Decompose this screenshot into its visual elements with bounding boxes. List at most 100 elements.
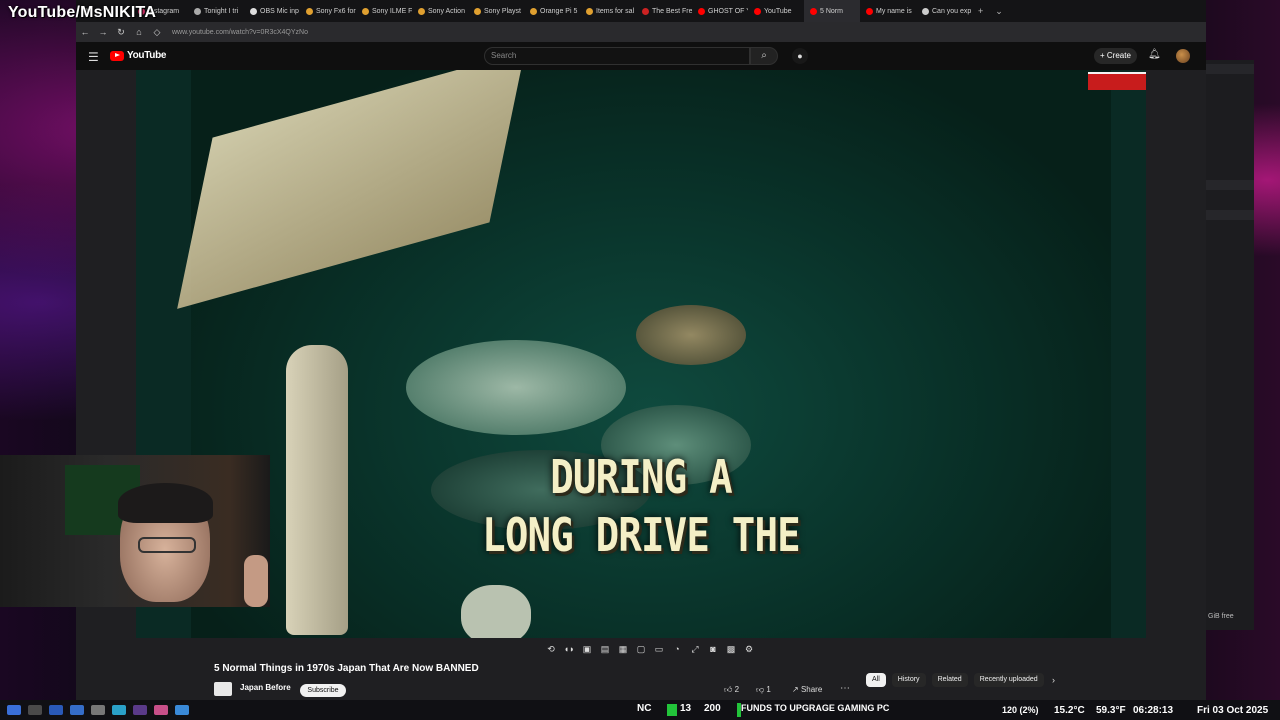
browser-tab[interactable]: Can you exp <box>916 0 972 22</box>
tab-label: YouTube <box>764 7 792 15</box>
browser-tab[interactable]: The Best Fre <box>636 0 692 22</box>
taskbar: NC 13 200 FUNDS TO UPGRAGE GAMING PC 120… <box>0 700 1280 720</box>
scene-plate <box>406 340 626 435</box>
app-icon[interactable] <box>112 705 126 715</box>
bell-icon[interactable]: 🔔︎ <box>1148 49 1161 60</box>
youtube-play-icon <box>110 50 124 61</box>
disk-free-text: GiB free <box>1208 613 1234 620</box>
app-icon[interactable] <box>49 705 63 715</box>
browser-tab[interactable]: Sony Playst <box>468 0 524 22</box>
browser-tab[interactable]: 5 Norm <box>804 0 860 22</box>
red-banner <box>1088 72 1146 90</box>
like-button[interactable]: 👍︎ 2 <box>724 685 739 695</box>
dislike-button[interactable]: 👎︎ 1 <box>756 685 771 695</box>
create-label: Create <box>1106 51 1131 60</box>
back-icon[interactable]: ← <box>76 27 94 37</box>
search-input[interactable]: Search <box>484 47 750 65</box>
tab-favicon-icon <box>474 7 481 15</box>
browser-tab[interactable]: YouTube <box>748 0 804 22</box>
more-options-icon[interactable]: ⋯ <box>840 683 850 694</box>
tab-favicon-icon <box>418 7 425 15</box>
tab-label: GHOST OF Y <box>708 7 748 15</box>
browser-tab[interactable]: Orange Pi 5 <box>524 0 580 22</box>
home-icon[interactable]: ⌂ <box>130 27 148 37</box>
chevron-right-icon[interactable]: › <box>1052 675 1055 685</box>
tab-favicon-icon <box>754 7 761 15</box>
chip-recently-uploaded[interactable]: Recently uploaded <box>973 673 1044 687</box>
related-chips: All History Related Recently uploaded <box>866 673 1044 687</box>
app-icon[interactable] <box>91 705 105 715</box>
browser-tab[interactable]: Items for sal <box>580 0 636 22</box>
nc-label: NC <box>637 703 652 714</box>
tab-label: Sony Action <box>428 7 465 15</box>
clip-icon[interactable]: ▤ <box>598 644 612 658</box>
forward-icon[interactable]: → <box>94 27 112 37</box>
loop-icon[interactable]: ⟲ <box>544 644 558 658</box>
resize-icon[interactable]: ⤢ <box>688 644 702 658</box>
scene-bowl <box>636 305 746 365</box>
address-bar[interactable]: ← → ↻ ⌂ ◇ www.youtube.com/watch?v=0R3cX4… <box>76 22 1206 42</box>
tab-favicon-icon <box>642 7 649 15</box>
share-button[interactable]: ↗ Share <box>792 685 822 694</box>
video-player[interactable]: DURING A LONG DRIVE THE <box>136 70 1146 638</box>
app-icon[interactable] <box>154 705 168 715</box>
subscribe-button[interactable]: Subscribe <box>300 684 346 697</box>
new-tab-icon[interactable]: + <box>972 6 989 16</box>
shield-icon: ◇ <box>153 26 161 37</box>
cinema-icon[interactable]: ▭ <box>652 644 666 658</box>
browser-tab[interactable]: Sony Fx6 for <box>300 0 356 22</box>
temperature-f: 59.3°F <box>1096 705 1126 716</box>
avatar[interactable] <box>1176 49 1190 63</box>
url-text[interactable]: www.youtube.com/watch?v=0R3cX4QYzNo <box>172 29 308 36</box>
chip-related[interactable]: Related <box>931 673 968 687</box>
tab-list-icon[interactable]: ⌄ <box>989 6 1009 17</box>
tab-favicon-icon <box>250 7 257 15</box>
browser-tab[interactable]: OBS Mic inp <box>244 0 300 22</box>
menu-icon[interactable]: ☰ <box>88 50 99 64</box>
reload-icon[interactable]: ↻ <box>112 27 130 38</box>
app-icon[interactable] <box>175 705 189 715</box>
browser-tab[interactable]: Sony Action <box>412 0 468 22</box>
chip-history[interactable]: History <box>891 673 926 687</box>
browser-tab[interactable]: My name is <box>860 0 916 22</box>
channel-name[interactable]: Japan Before <box>240 683 291 692</box>
goal-text: FUNDS TO UPGRAGE GAMING PC <box>741 703 890 713</box>
tab-label: Sony Playst <box>484 7 521 15</box>
app-icon[interactable] <box>133 705 147 715</box>
camera-icon[interactable]: ◙ <box>706 644 720 658</box>
channel-logo-icon[interactable] <box>214 682 232 696</box>
webcam-hand <box>244 555 268 607</box>
video-title: 5 Normal Things in 1970s Japan That Are … <box>214 663 479 674</box>
microphone-icon[interactable]: ● <box>792 48 808 64</box>
gear-icon[interactable]: ⚙ <box>742 644 756 658</box>
webcam-glasses <box>138 537 196 553</box>
audio-icon[interactable]: ◖◗ <box>562 644 576 658</box>
browser-tab[interactable]: Sony ILME F <box>356 0 412 22</box>
tab-label: Sony Fx6 for <box>316 7 356 15</box>
create-button[interactable]: + Create <box>1094 48 1137 64</box>
tab-label: 5 Norm <box>820 7 843 15</box>
tab-favicon-icon <box>530 7 537 15</box>
tab-label: The Best Fre <box>652 7 692 15</box>
app-icon[interactable] <box>70 705 84 715</box>
tab-favicon-icon <box>922 7 929 15</box>
search-taskbar-icon[interactable] <box>28 705 42 715</box>
webcam-hair <box>118 483 213 523</box>
tab-favicon-icon <box>810 7 817 15</box>
tab-label: OBS Mic inp <box>260 7 299 15</box>
side-app-panel <box>1206 60 1254 630</box>
pip-icon[interactable]: ▢ <box>634 644 648 658</box>
webcam-feed <box>0 455 270 607</box>
speed-icon[interactable]: ◔ <box>670 644 684 658</box>
chip-all[interactable]: All <box>866 673 886 687</box>
search-icon[interactable]: ⌕ <box>750 47 778 65</box>
video-caption: DURING A LONG DRIVE THE <box>136 448 1146 564</box>
tab-favicon-icon <box>362 7 369 15</box>
browser-tab[interactable]: GHOST OF Y <box>692 0 748 22</box>
youtube-logo[interactable]: YouTube <box>110 50 167 61</box>
browser-tab[interactable]: Tonight I tri <box>188 0 244 22</box>
frame-icon[interactable]: ▦ <box>616 644 630 658</box>
keyboard-icon[interactable]: ▩ <box>724 644 738 658</box>
screenshot-icon[interactable]: ▣ <box>580 644 594 658</box>
start-icon[interactable] <box>7 705 21 715</box>
